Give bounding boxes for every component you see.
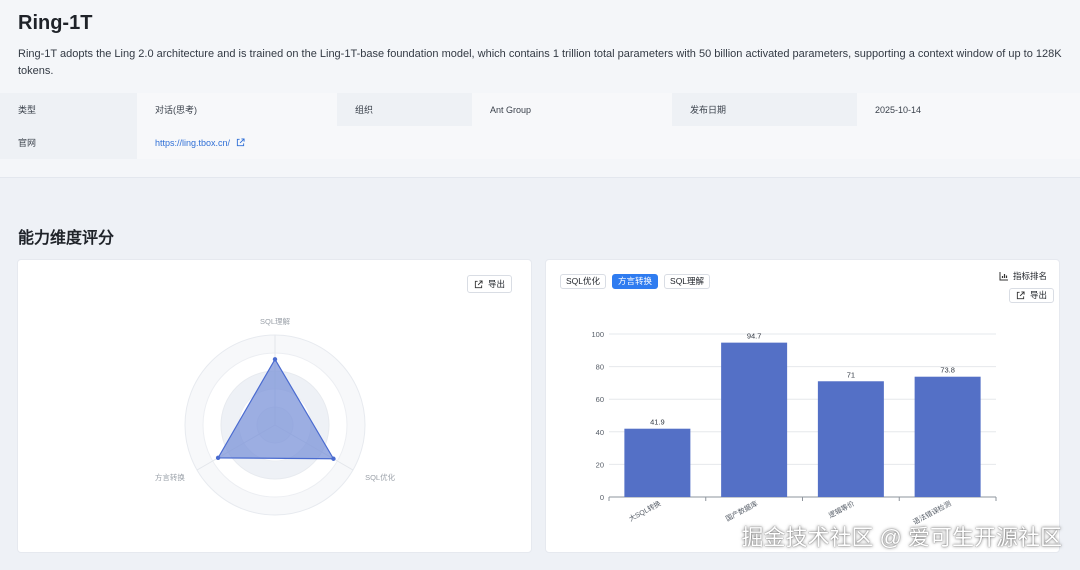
org-value: Ant Group	[472, 93, 672, 126]
radar-indicator-label: SQL理解	[260, 316, 291, 326]
model-info-table: 类型 对话(思考) 组织 Ant Group 发布日期 2025-10-14 官…	[0, 93, 1080, 159]
bar-chart-icon	[999, 272, 1008, 281]
tab-sql-understand[interactable]: SQL理解	[664, 274, 711, 289]
export-label: 导出	[488, 279, 506, 289]
radar-indicator-label: 方言转换	[155, 472, 185, 482]
type-value: 对话(思考)	[137, 93, 337, 126]
bar-export-button[interactable]: 导出	[1009, 288, 1055, 303]
tab-dialect-convert[interactable]: 方言转换	[612, 274, 659, 289]
y-tick-label: 0	[600, 493, 604, 502]
external-link-icon[interactable]	[236, 137, 245, 147]
bar	[721, 342, 788, 497]
bar-value-label: 73.8	[940, 366, 955, 375]
export-label: 导出	[1030, 290, 1048, 300]
y-tick-label: 60	[596, 395, 604, 404]
bar-chart: 02040608010041.9大SQL转换94.7国产数据库71逻辑等价73.…	[591, 330, 997, 526]
radar-chart: SQL理解 SQL优化 方言转换	[155, 316, 396, 516]
watermark: 掘金技术社区 @ 爱可生开源社区	[741, 525, 1062, 550]
model-header: Ring-1T Ring-1T adopts the Ling 2.0 arch…	[0, 0, 1080, 178]
export-icon	[474, 280, 483, 289]
rank-label: 指标排名	[1012, 271, 1047, 281]
tab-sql-optimize[interactable]: SQL优化	[560, 274, 607, 289]
y-tick-label: 100	[591, 330, 604, 339]
radar-card: 导出 SQL理解 SQL优化 方言转换	[17, 259, 532, 553]
radar-point	[331, 456, 336, 461]
metric-tabs: SQL优化 方言转换 SQL理解	[560, 274, 711, 289]
y-tick-label: 20	[596, 460, 604, 469]
org-label: 组织	[337, 93, 472, 126]
bar-value-label: 94.7	[747, 332, 762, 341]
bar	[914, 376, 981, 497]
model-description: Ring-1T adopts the Ling 2.0 architecture…	[18, 48, 1062, 77]
bar-value-label: 71	[847, 370, 855, 379]
bar	[624, 428, 691, 497]
site-cell: https://ling.tbox.cn/	[137, 126, 1080, 159]
radar-indicator-label: SQL优化	[365, 472, 396, 482]
site-label: 官网	[0, 126, 137, 159]
x-tick-label: 逻辑等价	[827, 499, 856, 520]
info-row: 类型 对话(思考) 组织 Ant Group 发布日期 2025-10-14	[0, 93, 1080, 126]
bar	[817, 381, 884, 497]
radar-point	[272, 357, 278, 362]
type-label: 类型	[0, 93, 137, 126]
section-title: 能力维度评分	[18, 230, 115, 247]
y-tick-label: 40	[596, 428, 604, 437]
page-title: Ring-1T	[18, 12, 93, 34]
radar-point	[215, 455, 221, 461]
site-link[interactable]: https://ling.tbox.cn/	[155, 138, 230, 148]
radar-export-button[interactable]: 导出	[467, 275, 513, 293]
y-tick-label: 80	[596, 363, 604, 372]
x-tick-label: 大SQL转换	[627, 499, 662, 523]
date-label: 发布日期	[672, 93, 857, 126]
rank-button[interactable]: 指标排名	[999, 270, 1047, 282]
bar-card: SQL优化 方言转换 SQL理解 指标排名 导出 0 20 40 60 80 100 41.…	[545, 259, 1060, 553]
info-row: 官网 https://ling.tbox.cn/	[0, 126, 1080, 159]
bar-value-label: 41.9	[650, 418, 665, 427]
date-value: 2025-10-14	[857, 93, 1080, 126]
export-icon	[1016, 291, 1025, 300]
